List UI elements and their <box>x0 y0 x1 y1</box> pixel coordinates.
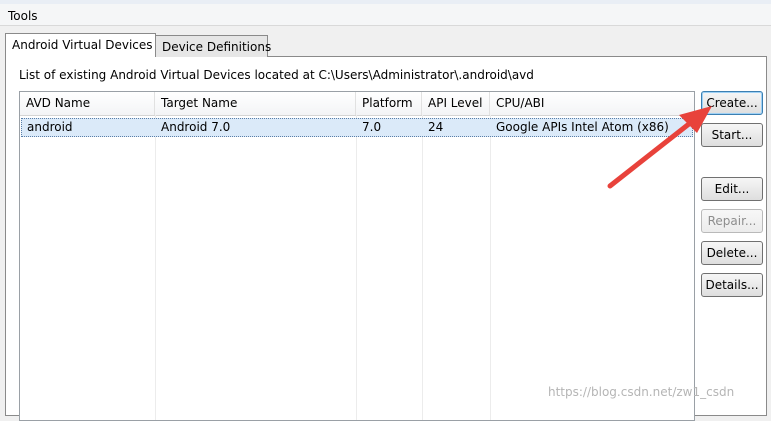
column-header-cpu-abi[interactable]: CPU/ABI <box>490 92 694 115</box>
tab-android-virtual-devices[interactable]: Android Virtual Devices <box>5 33 156 57</box>
menu-tools[interactable]: Tools <box>8 9 38 23</box>
details-button[interactable]: Details... <box>701 273 763 297</box>
column-divider <box>490 115 491 420</box>
watermark-text: https://blog.csdn.net/zw1_csdn <box>548 385 735 399</box>
edit-button[interactable]: Edit... <box>701 177 763 201</box>
cell-platform: 7.0 <box>362 120 382 134</box>
column-divider <box>422 115 423 420</box>
tab-device-definitions[interactable]: Device Definitions <box>155 35 271 57</box>
cell-api-level: 24 <box>428 120 444 134</box>
cell-avd-name: android <box>27 120 73 134</box>
table-row[interactable]: android Android 7.0 7.0 24 Google APIs I… <box>21 118 693 137</box>
avd-location-label: List of existing Android Virtual Devices… <box>19 68 534 82</box>
cell-target-name: Android 7.0 <box>161 120 231 134</box>
window-top-edge <box>0 0 771 4</box>
column-header-avd-name[interactable]: AVD Name <box>20 92 155 115</box>
column-header-platform[interactable]: Platform <box>356 92 422 115</box>
table-header: AVD Name Target Name Platform API Level … <box>20 92 694 116</box>
menu-bar: Tools <box>0 0 771 26</box>
column-divider <box>155 115 156 420</box>
delete-button[interactable]: Delete... <box>701 241 763 265</box>
repair-button[interactable]: Repair... <box>701 209 763 233</box>
cell-cpu-abi: Google APIs Intel Atom (x86) <box>496 120 669 134</box>
start-button[interactable]: Start... <box>701 123 763 147</box>
avd-table[interactable]: AVD Name Target Name Platform API Level … <box>19 91 695 421</box>
column-divider <box>356 115 357 420</box>
column-header-api-level[interactable]: API Level <box>422 92 490 115</box>
column-header-target-name[interactable]: Target Name <box>155 92 356 115</box>
create-button[interactable]: Create... <box>701 91 763 115</box>
